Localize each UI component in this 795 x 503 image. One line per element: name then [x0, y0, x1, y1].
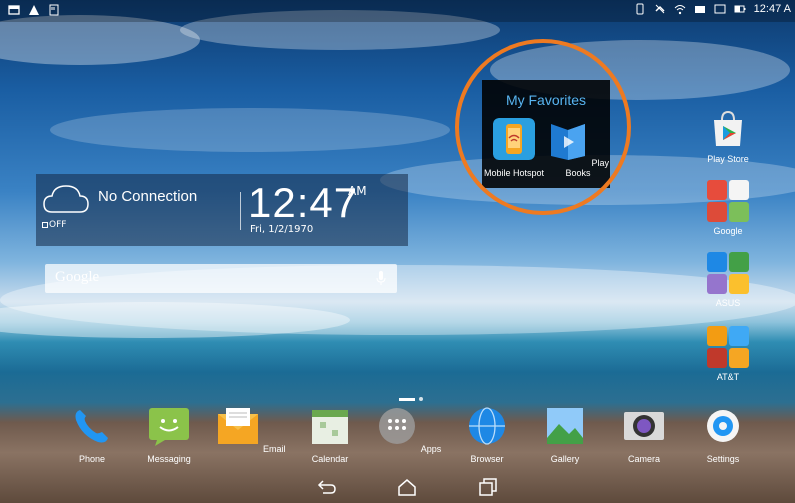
search-placeholder: Google — [55, 269, 100, 285]
navigation-bar — [0, 473, 795, 503]
dock-settings[interactable]: Settings — [688, 404, 758, 464]
weather-off-label: OFF — [42, 220, 66, 230]
email-icon — [218, 408, 259, 444]
app-label: Calendar — [311, 454, 349, 464]
phone-icon — [75, 410, 108, 443]
att-folder-icon — [707, 326, 749, 368]
status-bar: 12:47 A — [0, 0, 795, 22]
folder-google[interactable]: Google — [700, 180, 756, 236]
dock-apps[interactable]: Apps — [373, 404, 443, 454]
tablet-icon — [714, 4, 726, 14]
app-label: Messaging — [147, 454, 191, 464]
app-label: Camera — [627, 454, 660, 464]
notification-icons — [8, 4, 60, 16]
app-label: ASUS — [715, 298, 741, 308]
app-label: Phone — [78, 454, 106, 464]
att-app-icon — [729, 326, 749, 346]
app-label: Settings — [706, 454, 740, 464]
folder-asus[interactable]: ASUS — [700, 252, 756, 308]
play-store-icon — [714, 110, 742, 146]
messaging-icon — [149, 408, 189, 446]
apps-icon — [378, 408, 415, 444]
asus-calendar-icon — [707, 274, 727, 294]
weather-clock-widget[interactable]: No Connection OFF 12:47 AM Fri, 1/2/1970 — [36, 174, 408, 246]
clock-divider — [240, 192, 241, 230]
dock-messaging[interactable]: Messaging — [134, 404, 204, 464]
app-label: Browser — [470, 454, 504, 464]
dock-phone[interactable]: Phone — [57, 404, 127, 464]
vibrate-icon — [636, 3, 644, 15]
status-time: 12:47 A — [753, 3, 791, 15]
beats-icon — [707, 348, 727, 368]
browser-icon — [469, 407, 505, 445]
asus-backup-icon — [729, 252, 749, 272]
key-icon — [729, 348, 749, 368]
system-icons: 12:47 A — [634, 3, 791, 15]
clock-time: 12:47 — [248, 179, 359, 226]
home-screen: 12:47 A No Connection OFF 12:47 AM Fri, … — [0, 0, 795, 503]
gmail-icon — [729, 180, 749, 200]
app-label: Google — [713, 226, 743, 236]
google-plus-icon — [707, 202, 727, 222]
cloud-icon — [43, 185, 89, 213]
highlight-circle — [455, 39, 631, 215]
screenshot-icon — [8, 5, 20, 15]
wifi-icon — [674, 5, 686, 15]
dock-calendar[interactable]: Calendar — [295, 404, 365, 464]
maps-icon — [729, 202, 749, 222]
app-label: AT&T — [716, 372, 740, 382]
gallery-icon — [547, 408, 583, 444]
camera-icon — [624, 412, 664, 440]
settings-icon — [707, 410, 739, 442]
recents-icon[interactable] — [476, 477, 500, 497]
page-indicator-active — [399, 397, 415, 401]
app-label: Play Store — [707, 154, 749, 164]
home-icon[interactable] — [395, 477, 419, 497]
asus-files-icon — [729, 274, 749, 294]
back-icon[interactable] — [315, 477, 339, 497]
page-indicator-dot — [419, 397, 423, 401]
mute-icon — [655, 4, 665, 14]
app-label: Apps — [420, 444, 442, 454]
app-play-store[interactable]: Play Store — [700, 108, 756, 164]
mic-icon[interactable] — [375, 270, 387, 286]
page-indicator — [399, 397, 423, 401]
battery-icon — [734, 5, 746, 13]
sd-card-icon — [49, 4, 59, 16]
asus-folder-icon — [707, 252, 749, 294]
chrome-icon — [707, 180, 727, 200]
dock-browser[interactable]: Browser — [452, 404, 522, 464]
calendar-icon — [312, 410, 348, 444]
asus-phone-icon — [707, 252, 727, 272]
folder-att[interactable]: AT&T — [700, 326, 756, 382]
att-icon — [707, 326, 727, 346]
google-search-bar[interactable]: Google — [45, 264, 397, 293]
warning-icon — [29, 5, 39, 15]
dock-gallery[interactable]: Gallery — [530, 404, 600, 464]
clock-date: Fri, 1/2/1970 — [250, 224, 314, 235]
app-label: Gallery — [550, 454, 580, 464]
clock-ampm: AM — [348, 184, 367, 198]
dock-camera[interactable]: Camera — [609, 404, 679, 464]
weather-condition: No Connection — [98, 188, 198, 205]
app-label: Email — [263, 444, 286, 454]
google-folder-icon — [707, 180, 749, 222]
data-icon — [694, 6, 705, 13]
dock-email[interactable]: Email — [216, 404, 286, 454]
